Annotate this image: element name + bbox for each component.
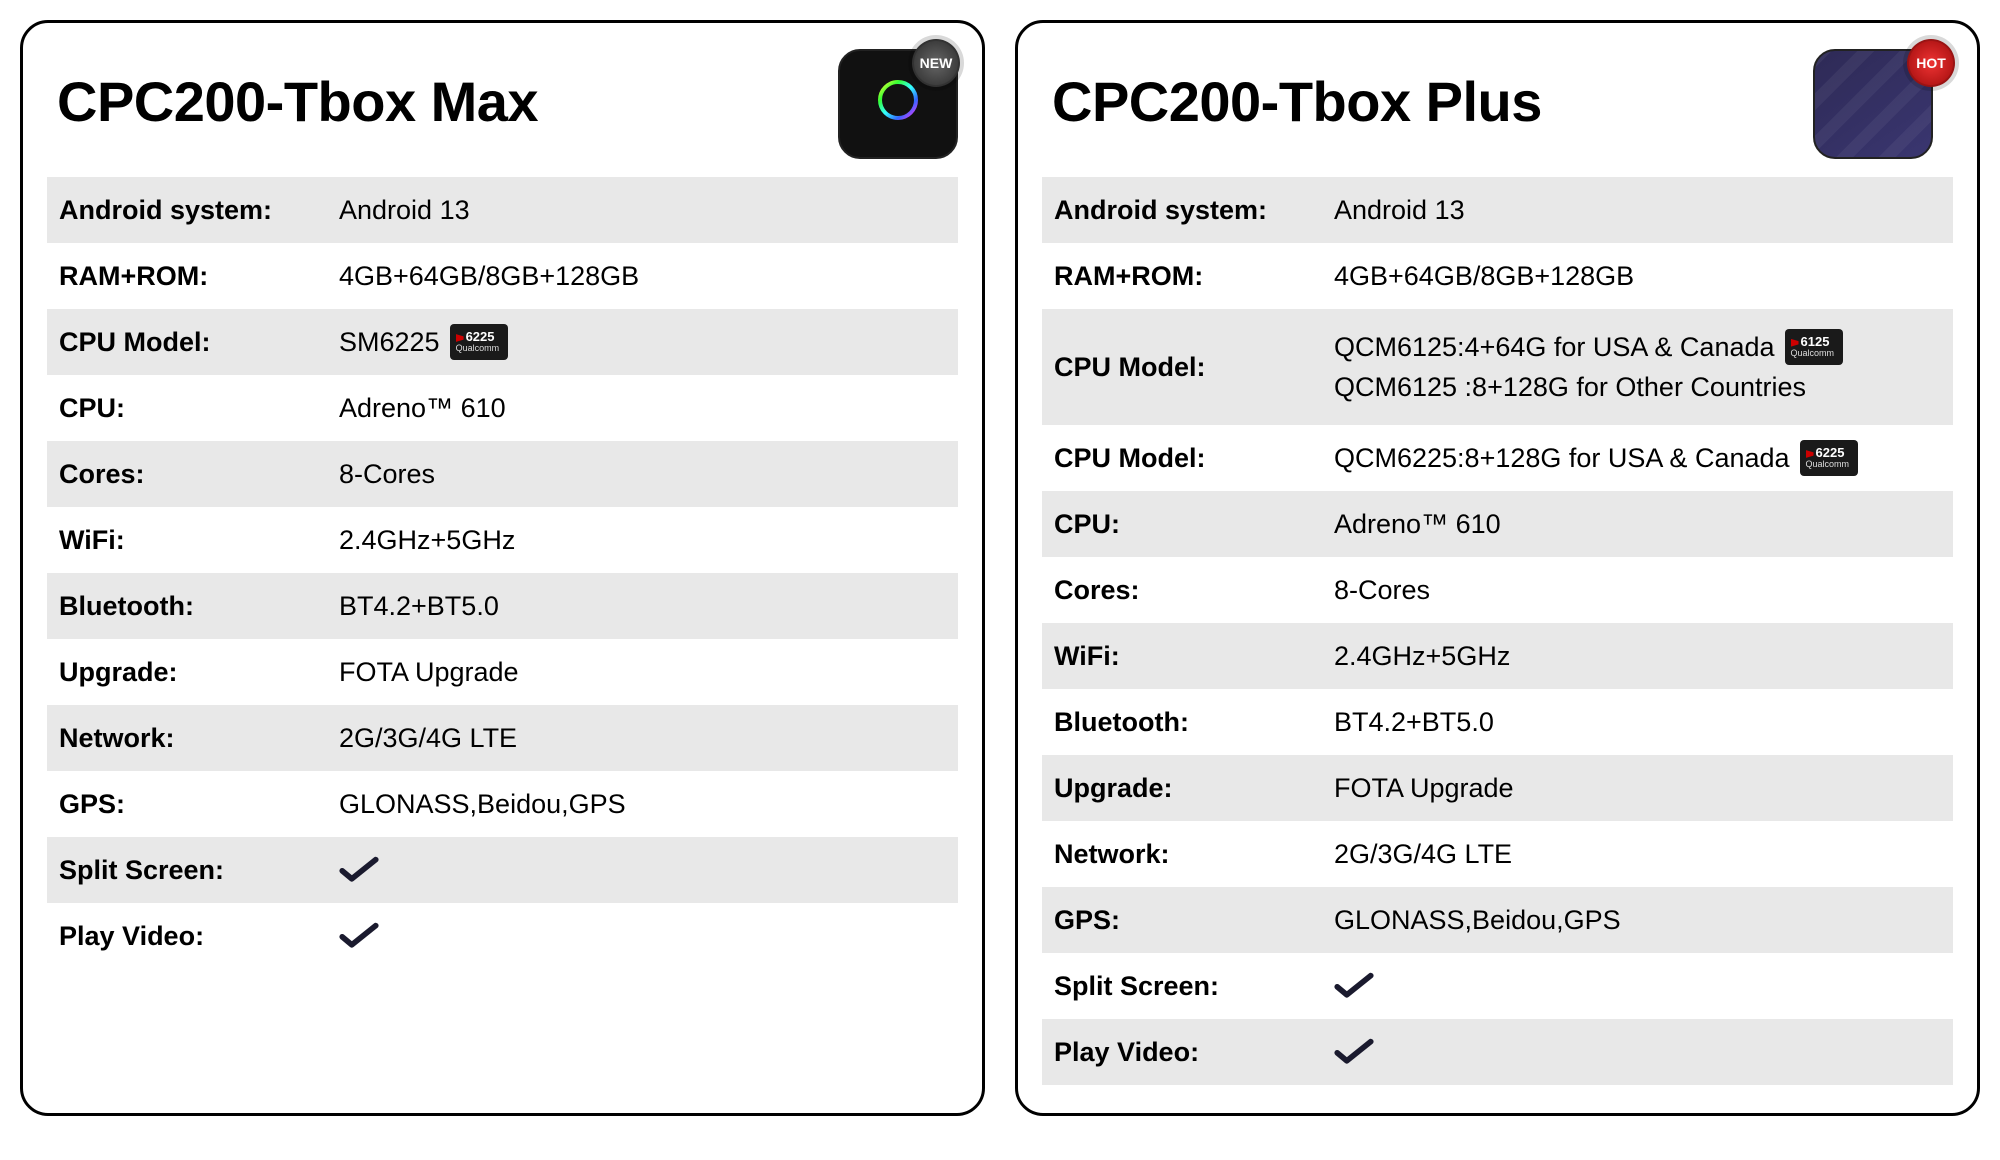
spec-value: Android 13 [339,190,946,231]
spec-row: CPU Model:SM6225 6225Qualcomm [47,309,958,375]
spec-row: CPU:Adreno™ 610 [1042,491,1953,557]
spec-value: Adreno™ 610 [1334,504,1941,545]
spec-value: 2G/3G/4G LTE [339,718,946,759]
spec-row: Cores:8-Cores [47,441,958,507]
spec-value: Android 13 [1334,190,1941,231]
new-badge-icon: NEW [912,39,960,87]
spec-value: 4GB+64GB/8GB+128GB [339,256,946,297]
spec-label: RAM+ROM: [1054,261,1334,292]
spec-card-plus: CPC200-Tbox Plus HOT Android system:Andr… [1015,20,1980,1116]
spec-label: Cores: [59,459,339,490]
spec-list: Android system:Android 13RAM+ROM:4GB+64G… [1042,177,1953,1085]
spec-row: GPS:GLONASS,Beidou,GPS [47,771,958,837]
spec-value: 8-Cores [339,454,946,495]
spec-label: Play Video: [59,921,339,952]
spec-label: WiFi: [1054,641,1334,672]
hot-badge-icon: HOT [1907,39,1955,87]
spec-value: BT4.2+BT5.0 [339,586,946,627]
spec-row: RAM+ROM:4GB+64GB/8GB+128GB [47,243,958,309]
spec-value [1334,972,1941,1000]
spec-value [1334,1038,1941,1066]
spec-row: WiFi:2.4GHz+5GHz [1042,623,1953,689]
spec-value: GLONASS,Beidou,GPS [1334,900,1941,941]
spec-label: Upgrade: [1054,773,1334,804]
spec-label: Split Screen: [1054,971,1334,1002]
spec-value: QCM6125:4+64G for USA & Canada 6125Qualc… [1334,327,1941,408]
card-title: CPC200-Tbox Plus [1052,69,1542,134]
spec-label: Bluetooth: [1054,707,1334,738]
spec-card-max: CPC200-Tbox Max NEW [20,20,985,1116]
card-title: CPC200-Tbox Max [57,69,538,134]
check-icon [339,856,379,884]
spec-value [339,856,946,884]
spec-row: GPS:GLONASS,Beidou,GPS [1042,887,1953,953]
spec-label: CPU Model: [1054,443,1334,474]
spec-label: Android system: [59,195,339,226]
spec-label: Play Video: [1054,1037,1334,1068]
spec-row: Split Screen: [1042,953,1953,1019]
spec-row: CPU:Adreno™ 610 [47,375,958,441]
spec-value: 4GB+64GB/8GB+128GB [1334,256,1941,297]
spec-row: Play Video: [1042,1019,1953,1085]
product-image-wrap: HOT [1813,41,1953,161]
spec-row: RAM+ROM:4GB+64GB/8GB+128GB [1042,243,1953,309]
check-icon [1334,972,1374,1000]
spec-label: Android system: [1054,195,1334,226]
spec-value: GLONASS,Beidou,GPS [339,784,946,825]
spec-label: CPU: [1054,509,1334,540]
spec-row: Upgrade:FOTA Upgrade [1042,755,1953,821]
spec-value [339,922,946,950]
spec-label: GPS: [1054,905,1334,936]
spec-row: CPU Model:QCM6125:4+64G for USA & Canada… [1042,309,1953,425]
spec-value: SM6225 6225Qualcomm [339,322,946,363]
spec-value: 8-Cores [1334,570,1941,611]
spec-list: Android system:Android 13RAM+ROM:4GB+64G… [47,177,958,969]
spec-label: CPU Model: [59,327,339,358]
spec-value: BT4.2+BT5.0 [1334,702,1941,743]
spec-value: 2G/3G/4G LTE [1334,834,1941,875]
spec-label: Bluetooth: [59,591,339,622]
spec-value: FOTA Upgrade [1334,768,1941,809]
spec-value: 2.4GHz+5GHz [1334,636,1941,677]
spec-row: Android system:Android 13 [47,177,958,243]
spec-row: Android system:Android 13 [1042,177,1953,243]
check-icon [1334,1038,1374,1066]
spec-row: Network:2G/3G/4G LTE [47,705,958,771]
spec-label: RAM+ROM: [59,261,339,292]
spec-row: Upgrade:FOTA Upgrade [47,639,958,705]
spec-value: 2.4GHz+5GHz [339,520,946,561]
qualcomm-chip-icon: 6225Qualcomm [1800,440,1858,476]
card-header: CPC200-Tbox Max NEW [47,41,958,161]
card-header: CPC200-Tbox Plus HOT [1042,41,1953,161]
product-image-wrap: NEW [818,41,958,161]
spec-row: Bluetooth:BT4.2+BT5.0 [47,573,958,639]
spec-label: Network: [1054,839,1334,870]
spec-label: Network: [59,723,339,754]
spec-value: FOTA Upgrade [339,652,946,693]
spec-label: WiFi: [59,525,339,556]
spec-label: GPS: [59,789,339,820]
spec-row: Bluetooth:BT4.2+BT5.0 [1042,689,1953,755]
spec-row: Cores:8-Cores [1042,557,1953,623]
spec-row: CPU Model:QCM6225:8+128G for USA & Canad… [1042,425,1953,491]
spec-label: Upgrade: [59,657,339,688]
spec-value-line: QCM6125:4+64G for USA & Canada 6125Qualc… [1334,327,1941,368]
spec-label: Cores: [1054,575,1334,606]
spec-value: QCM6225:8+128G for USA & Canada 6225Qual… [1334,438,1941,479]
spec-row: WiFi:2.4GHz+5GHz [47,507,958,573]
qualcomm-chip-icon: 6225Qualcomm [450,324,508,360]
qualcomm-chip-icon: 6125Qualcomm [1785,329,1843,365]
spec-label: CPU: [59,393,339,424]
spec-label: Split Screen: [59,855,339,886]
spec-value: Adreno™ 610 [339,388,946,429]
spec-label: CPU Model: [1054,352,1334,383]
spec-value-line: QCM6125 :8+128G for Other Countries [1334,367,1941,408]
spec-row: Network:2G/3G/4G LTE [1042,821,1953,887]
spec-row: Play Video: [47,903,958,969]
spec-row: Split Screen: [47,837,958,903]
check-icon [339,922,379,950]
